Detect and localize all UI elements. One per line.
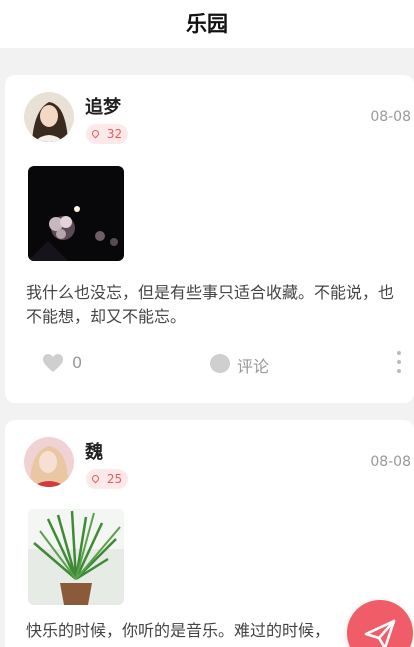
username[interactable]: 追梦 [85,93,121,119]
post-photo[interactable] [28,166,124,261]
more-vertical-icon[interactable] [396,351,402,377]
location-badge: 32 [86,124,129,144]
post-text: 我什么也没忘，但是有些事只适合收藏。不能说，也不能想，却又不能忘。 [26,283,395,326]
location-pin-icon [90,473,101,484]
comment-button[interactable]: 评论 [237,353,269,377]
publish-button[interactable] [347,600,413,647]
username[interactable]: 魏 [85,438,103,464]
location-badge: 25 [86,469,129,489]
badge-count: 32 [106,127,123,141]
paper-plane-icon [364,619,396,647]
user-avatar[interactable] [24,92,74,142]
post-photo[interactable] [28,509,124,605]
badge-count: 25 [106,472,123,486]
like-count: 0 [72,353,83,372]
app-header: 乐园 [0,0,414,48]
location-pin-icon [90,128,101,139]
post-card[interactable]: 追梦 32 08-08 我什么也没忘，但是有些事只适合收藏。不能说，也不能想，却… [5,75,414,403]
comment-icon[interactable] [210,354,230,373]
post-date: 08-08 [370,454,411,470]
post-date: 08-08 [370,109,411,125]
heart-icon[interactable] [41,351,65,375]
page-title: 乐园 [186,12,228,36]
user-avatar[interactable] [24,437,74,487]
post-actions: 0 评论 [5,351,414,381]
